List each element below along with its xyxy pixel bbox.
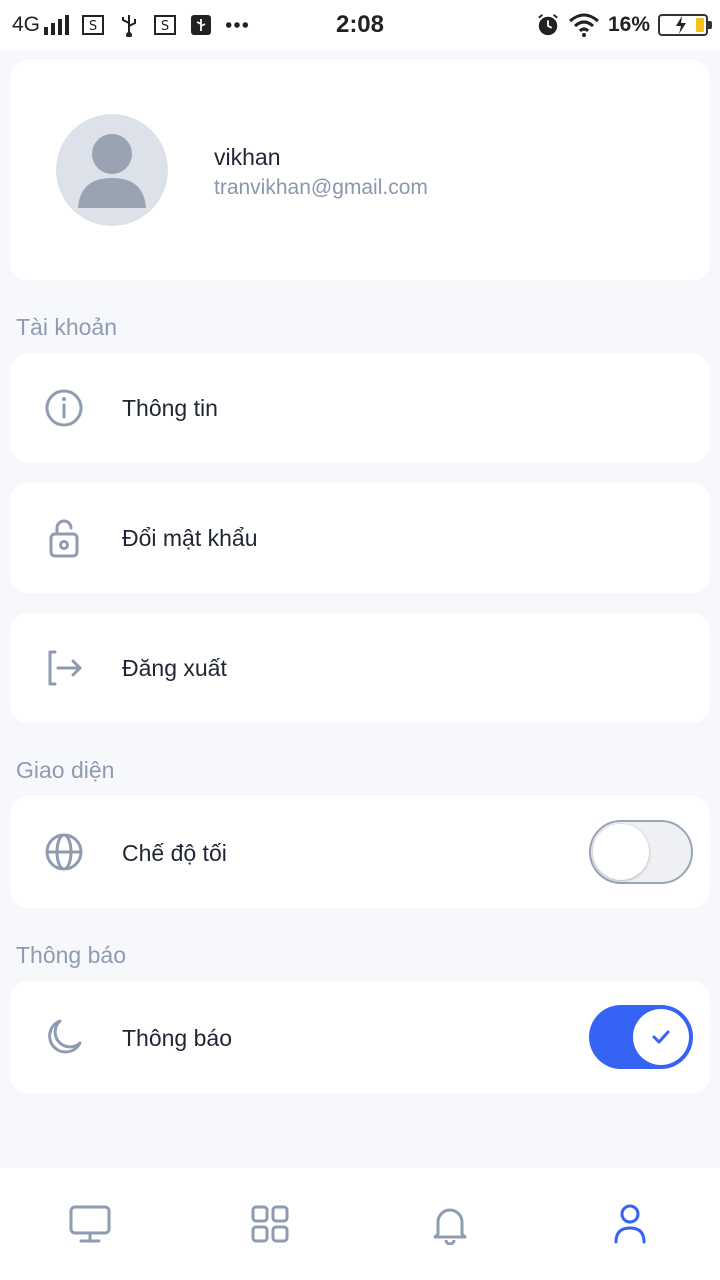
wifi-icon (568, 13, 600, 37)
moon-icon (44, 1017, 84, 1057)
battery-percent: 16% (607, 13, 650, 36)
bottom-navigation (0, 1168, 720, 1280)
menu-item-change-password[interactable]: Đổi mật khẩu (10, 483, 710, 593)
menu-item-label: Đăng xuất (122, 655, 227, 681)
menu-item-dark-mode: Chế độ tối (10, 796, 710, 908)
menu-item-label: Đổi mật khẩu (122, 525, 258, 551)
user-icon (614, 1204, 646, 1244)
status-bar: 4G S S 2:08 16% (0, 0, 720, 50)
menu-item-logout[interactable]: Đăng xuất (10, 613, 710, 723)
section-title-account: Tài khoản (16, 314, 118, 340)
nav-notifications[interactable] (428, 1202, 472, 1246)
alarm-icon (536, 13, 560, 37)
nav-grid[interactable] (248, 1202, 292, 1246)
toggle-knob (633, 1009, 689, 1065)
grid-icon (251, 1205, 289, 1243)
toggle-knob (593, 824, 649, 880)
menu-item-notifications: Thông báo (10, 981, 710, 1093)
check-icon (652, 1030, 670, 1044)
section-title-notifications: Thông báo (16, 942, 126, 968)
menu-item-label: Thông báo (122, 1025, 232, 1051)
user-email: tranvikhan@gmail.com (214, 176, 428, 199)
user-name: vikhan (214, 144, 281, 170)
dark-mode-toggle[interactable] (589, 820, 693, 884)
nav-monitor[interactable] (68, 1202, 112, 1246)
logout-icon (44, 648, 84, 688)
nav-profile[interactable] (608, 1202, 652, 1246)
monitor-icon (69, 1205, 111, 1243)
avatar-person-icon (78, 134, 146, 208)
unlock-icon (44, 518, 84, 558)
menu-item-label: Thông tin (122, 395, 218, 421)
notifications-toggle[interactable] (589, 1005, 693, 1069)
profile-card[interactable]: vikhan tranvikhan@gmail.com (10, 60, 710, 280)
info-icon (44, 388, 84, 428)
battery-icon (658, 14, 712, 36)
section-title-appearance: Giao diện (16, 757, 115, 783)
menu-item-info[interactable]: Thông tin (10, 353, 710, 463)
menu-item-label: Chế độ tối (122, 840, 227, 866)
bell-icon (433, 1208, 467, 1245)
avatar[interactable] (56, 114, 168, 226)
globe-icon (44, 832, 84, 872)
